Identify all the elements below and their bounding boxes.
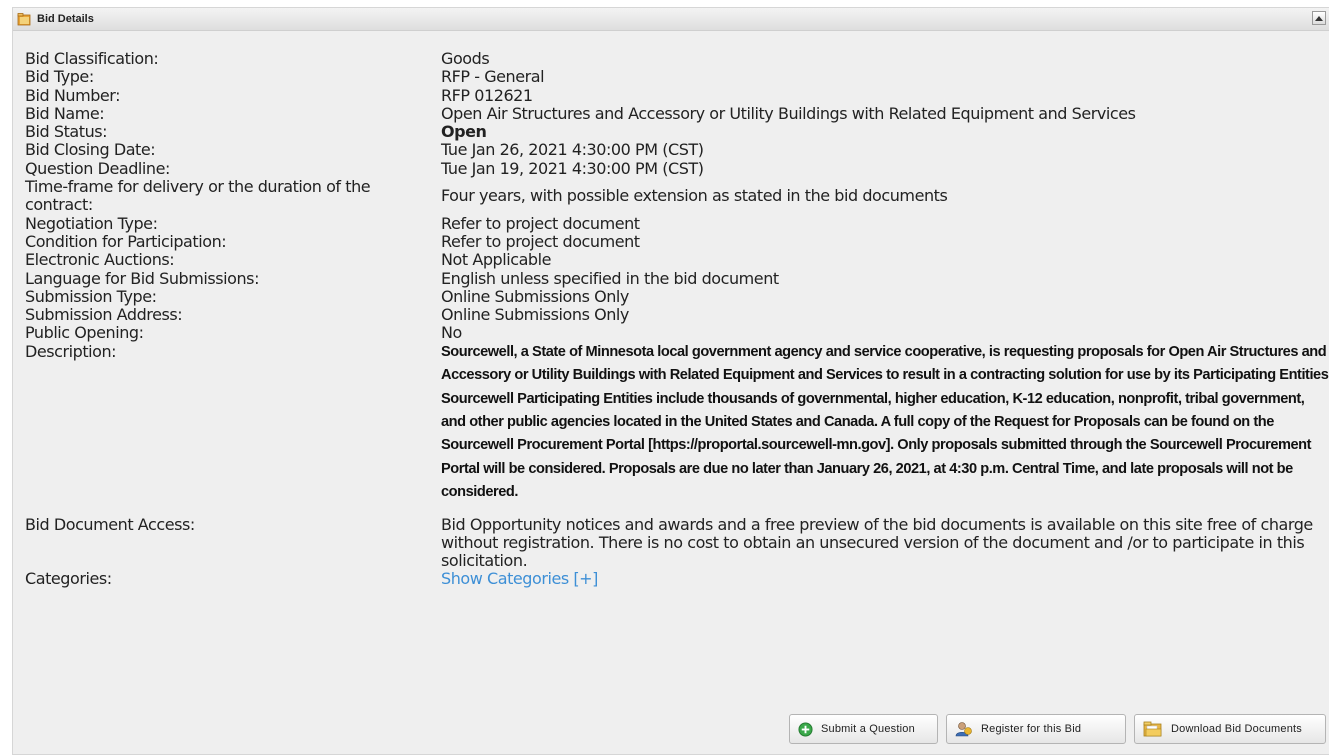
field-label: Bid Classification:: [25, 49, 159, 68]
button-label: Download Bid Documents: [1171, 723, 1302, 735]
row-document-access: Bid Document Access: Bid Opportunity not…: [25, 514, 1329, 571]
field-value: RFP 012621: [441, 85, 533, 105]
show-categories-link[interactable]: Show Categories [+]: [441, 570, 1329, 589]
chevron-up-icon: [1315, 16, 1323, 21]
field-label: Submission Type:: [25, 286, 157, 306]
row-language: Language for Bid Submissions: English un…: [25, 268, 1329, 288]
field-label: Negotiation Type:: [25, 213, 158, 233]
row-categories: Categories: Show Categories [+]: [25, 569, 1329, 589]
field-label: Description:: [25, 341, 117, 361]
button-label: Register for this Bid: [981, 723, 1082, 735]
row-condition-participation: Condition for Participation: Refer to pr…: [25, 231, 1329, 251]
field-value: Not Applicable: [441, 250, 552, 270]
download-documents-button[interactable]: Download Bid Documents: [1134, 714, 1326, 744]
panel-title: Bid Details: [37, 13, 94, 25]
bid-details-panel: Bid Details Bid Classification: Goods Bi…: [12, 7, 1329, 755]
collapse-button[interactable]: [1312, 11, 1326, 25]
field-value: Four years, with possible extension as s…: [441, 186, 948, 206]
field-value: Tue Jan 19, 2021 4:30:00 PM (CST): [441, 158, 704, 178]
bid-details-list: Bid Classification: Goods Bid Type: RFP …: [25, 49, 1329, 589]
field-label: Submission Address:: [25, 305, 183, 325]
row-electronic-auctions: Electronic Auctions: Not Applicable: [25, 250, 1329, 270]
panel-header: Bid Details: [13, 8, 1329, 31]
register-bid-button[interactable]: Register for this Bid: [946, 714, 1126, 744]
field-label: Electronic Auctions:: [25, 250, 175, 270]
row-bid-closing-date: Bid Closing Date: Tue Jan 26, 2021 4:30:…: [25, 140, 1329, 160]
row-bid-number: Bid Number: RFP 012621: [25, 85, 1329, 105]
action-buttons: Submit a Question Register for this Bid: [789, 714, 1326, 744]
user-icon: [955, 721, 973, 737]
row-bid-status: Bid Status: Open: [25, 122, 1329, 142]
button-label: Submit a Question: [821, 723, 915, 735]
folder-icon: [17, 12, 31, 26]
field-label: Question Deadline:: [25, 158, 170, 178]
field-value: Refer to project document: [441, 231, 640, 251]
field-label: Bid Type:: [25, 67, 94, 87]
field-label: Language for Bid Submissions:: [25, 268, 260, 288]
field-value: Open Air Structures and Accessory or Uti…: [441, 103, 1136, 123]
field-value: RFP - General: [441, 67, 545, 87]
field-value: Goods: [441, 49, 490, 68]
row-negotiation-type: Negotiation Type: Refer to project docum…: [25, 213, 1329, 233]
submit-question-button[interactable]: Submit a Question: [789, 714, 938, 744]
row-bid-type: Bid Type: RFP - General: [25, 67, 1329, 87]
field-value: Online Submissions Only: [441, 305, 629, 325]
row-bid-classification: Bid Classification: Goods: [25, 49, 1329, 68]
row-bid-name: Bid Name: Open Air Structures and Access…: [25, 103, 1329, 123]
field-value: Tue Jan 26, 2021 4:30:00 PM (CST): [441, 140, 704, 160]
plus-circle-icon: [798, 721, 813, 737]
field-value: Online Submissions Only: [441, 286, 629, 306]
folder-icon: [1143, 720, 1163, 738]
field-value: Bid Opportunity notices and awards and a…: [441, 514, 1313, 571]
field-label: Categories:: [25, 569, 112, 589]
row-timeframe: Time-frame for delivery or the duration …: [25, 178, 1329, 215]
field-label: Time-frame for delivery or the duration …: [25, 177, 371, 215]
field-label: Bid Status:: [25, 122, 108, 142]
status-value: Open: [441, 122, 487, 142]
row-submission-type: Submission Type: Online Submissions Only: [25, 286, 1329, 306]
field-value: Refer to project document: [441, 213, 640, 233]
description-text: Sourcewell, a State of Minnesota local g…: [441, 343, 1329, 501]
field-label: Bid Document Access:: [25, 514, 195, 534]
field-value: English unless specified in the bid docu…: [441, 268, 779, 288]
row-submission-address: Submission Address: Online Submissions O…: [25, 305, 1329, 325]
field-label: Condition for Participation:: [25, 231, 227, 251]
field-label: Bid Number:: [25, 85, 121, 105]
field-label: Bid Name:: [25, 103, 105, 123]
row-question-deadline: Question Deadline: Tue Jan 19, 2021 4:30…: [25, 158, 1329, 178]
field-label: Public Opening:: [25, 323, 144, 343]
field-label: Bid Closing Date:: [25, 140, 156, 160]
row-description: Description: Sourcewell, a State of Minn…: [25, 341, 1329, 505]
